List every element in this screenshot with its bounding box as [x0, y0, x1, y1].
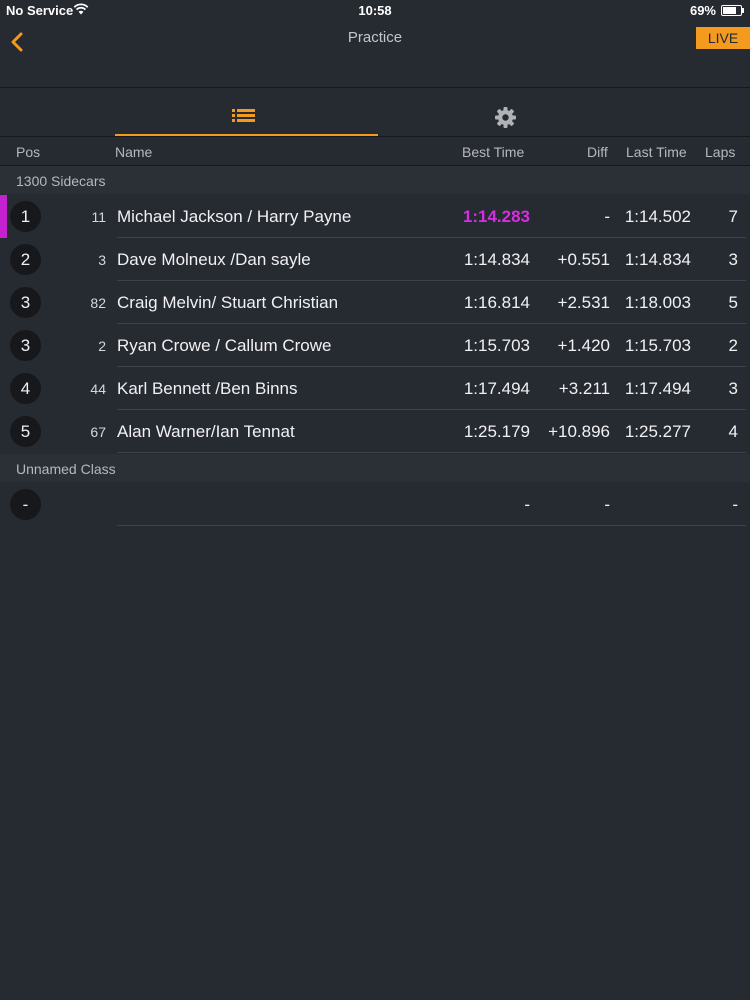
page-title: Practice [347, 29, 403, 46]
nav-bar: Practice LIVE [0, 20, 750, 88]
race-number: 11 [91, 209, 106, 225]
laps: 2 [728, 336, 738, 355]
row-divider [117, 525, 746, 526]
laps: - [732, 495, 738, 514]
col-laps: Laps [705, 144, 736, 160]
clock: 10:58 [358, 3, 392, 18]
driver-name: Ryan Crowe / Callum Crowe [117, 336, 332, 355]
class-header: 1300 Sidecars [0, 166, 750, 194]
table-row[interactable]: 5 67 Alan Warner/Ian Tennat 1:25.179 +10… [0, 410, 750, 453]
laps: 3 [728, 250, 738, 269]
laps: 4 [728, 422, 738, 441]
best-time: - [524, 495, 530, 514]
best-time: 1:14.283 [462, 207, 530, 226]
table-row[interactable]: 4 44 Karl Bennett /Ben Binns 1:17.494 +3… [0, 367, 750, 410]
last-time: 1:18.003 [624, 293, 691, 312]
position-badge: 1 [10, 201, 41, 232]
table-row[interactable]: 3 2 Ryan Crowe / Callum Crowe 1:15.703 +… [0, 324, 750, 367]
last-time: 1:25.277 [624, 422, 691, 441]
driver-name: Craig Melvin/ Stuart Christian [117, 293, 339, 312]
diff: +0.551 [557, 250, 610, 269]
table-row[interactable]: - - - - [0, 483, 750, 526]
race-number: 2 [98, 338, 106, 354]
class-header: Unnamed Class [0, 454, 750, 482]
tab-results-list[interactable] [115, 88, 378, 136]
driver-name: Michael Jackson / Harry Payne [117, 207, 352, 226]
position-badge: 2 [10, 244, 41, 275]
table-row[interactable]: 3 82 Craig Melvin/ Stuart Christian 1:16… [0, 281, 750, 324]
position-badge: 3 [10, 287, 41, 318]
last-time: 1:17.494 [624, 379, 691, 398]
position-badge: 3 [10, 330, 41, 361]
position-badge: 5 [10, 416, 41, 447]
last-time: 1:14.834 [624, 250, 691, 269]
position-badge: 4 [10, 373, 41, 404]
col-best-time: Best Time [462, 144, 525, 160]
diff: +2.531 [557, 293, 610, 312]
driver-name: Karl Bennett /Ben Binns [117, 379, 298, 398]
best-time: 1:17.494 [463, 379, 530, 398]
diff: +10.896 [548, 422, 610, 441]
diff: +3.211 [558, 379, 610, 398]
best-time: 1:15.703 [463, 336, 530, 355]
class-name: 1300 Sidecars [16, 173, 106, 189]
diff: +1.420 [557, 336, 610, 355]
diff: - [604, 495, 610, 514]
gear-icon [495, 107, 516, 133]
leader-marker [0, 195, 7, 238]
col-last-time: Last Time [626, 144, 687, 160]
laps: 5 [728, 293, 738, 312]
list-icon [232, 108, 255, 128]
status-bar: No Service 10:58 69% [0, 0, 750, 20]
battery-icon [721, 5, 744, 16]
battery-percent: 69% [689, 3, 716, 18]
tab-settings[interactable] [378, 88, 635, 136]
row-divider [117, 452, 746, 453]
race-number: 67 [90, 424, 106, 440]
best-time: 1:25.179 [463, 422, 530, 441]
best-time: 1:14.834 [463, 250, 530, 269]
col-pos: Pos [16, 144, 41, 160]
position-badge: - [10, 489, 41, 520]
race-number: 82 [90, 295, 106, 311]
driver-name: Alan Warner/Ian Tennat [117, 422, 295, 441]
tab-bar [0, 88, 750, 137]
last-time: 1:14.502 [624, 207, 691, 226]
col-name: Name [115, 144, 153, 160]
table-row[interactable]: 2 3 Dave Molneux /Dan sayle 1:14.834 +0.… [0, 238, 750, 281]
laps: 7 [728, 207, 738, 226]
race-number: 3 [98, 252, 106, 268]
table-row[interactable]: 1 11 Michael Jackson / Harry Payne 1:14.… [0, 195, 750, 238]
col-diff: Diff [587, 144, 608, 160]
race-number: 44 [90, 381, 106, 397]
laps: 3 [728, 379, 738, 398]
best-time: 1:16.814 [463, 293, 530, 312]
column-header: Pos Name Best Time Diff Last Time Laps [0, 137, 750, 166]
last-time: 1:15.703 [624, 336, 691, 355]
driver-name: Dave Molneux /Dan sayle [117, 250, 311, 269]
live-button[interactable]: LIVE [696, 27, 750, 49]
diff: - [604, 207, 610, 226]
class-name: Unnamed Class [16, 461, 116, 477]
